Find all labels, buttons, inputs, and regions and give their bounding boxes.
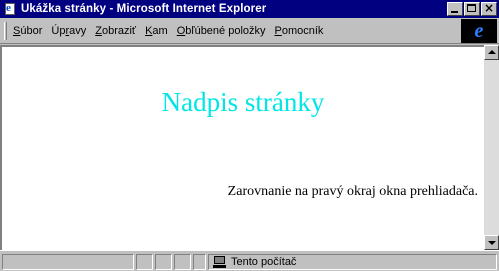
menu-subor[interactable]: Súbor bbox=[13, 25, 42, 37]
menu-kam[interactable]: Kam bbox=[145, 25, 168, 37]
close-icon: × bbox=[483, 1, 495, 15]
ie-throbber-logo: e bbox=[461, 19, 497, 43]
close-button[interactable]: × bbox=[481, 1, 497, 16]
browser-window: e Ukážka stránky - Microsoft Internet Ex… bbox=[0, 0, 499, 271]
window-controls: × bbox=[446, 1, 497, 16]
ie-page-icon: e bbox=[3, 2, 17, 16]
page-heading: Nadpis stránky bbox=[161, 87, 325, 117]
title-bar[interactable]: e Ukážka stránky - Microsoft Internet Ex… bbox=[0, 0, 499, 18]
ie-logo-icon: e bbox=[474, 20, 484, 42]
menu-bar: Súbor Úpravy Zobraziť Kam Obľúbené polož… bbox=[0, 18, 499, 44]
vertical-scrollbar[interactable] bbox=[484, 45, 499, 250]
arrow-up-icon bbox=[488, 50, 496, 54]
status-panel-secure bbox=[174, 254, 191, 270]
window-title: Ukážka stránky - Microsoft Internet Expl… bbox=[21, 3, 267, 15]
menu-pomocnik[interactable]: Pomocník bbox=[275, 25, 324, 37]
status-panel-progress bbox=[136, 254, 153, 270]
maximize-button[interactable] bbox=[464, 2, 480, 16]
zone-label: Tento počítač bbox=[231, 256, 297, 268]
maximize-icon bbox=[467, 4, 476, 12]
toolbar-grip[interactable] bbox=[4, 21, 7, 40]
computer-icon bbox=[213, 256, 227, 268]
page-content: Nadpis stránky Zarovnanie na pravý okraj… bbox=[0, 45, 484, 250]
status-panel-offline bbox=[155, 254, 172, 270]
security-zone-panel: Tento počítač bbox=[208, 254, 497, 270]
arrow-down-icon bbox=[488, 241, 496, 245]
menu-zobrazit[interactable]: Zobraziť bbox=[95, 25, 136, 37]
minimize-button[interactable] bbox=[447, 2, 463, 16]
scroll-up-button[interactable] bbox=[484, 45, 499, 60]
menu-oblubene-polozky[interactable]: Obľúbené položky bbox=[177, 25, 266, 37]
scroll-down-button[interactable] bbox=[484, 235, 499, 250]
right-aligned-paragraph: Zarovnanie na pravý okraj okna prehliada… bbox=[227, 184, 478, 199]
status-bar: Tento počítač bbox=[0, 250, 499, 271]
status-text-panel bbox=[2, 254, 134, 270]
minimize-icon bbox=[451, 11, 458, 13]
menu-upravy[interactable]: Úpravy bbox=[51, 25, 86, 37]
status-panel-misc bbox=[193, 254, 206, 270]
